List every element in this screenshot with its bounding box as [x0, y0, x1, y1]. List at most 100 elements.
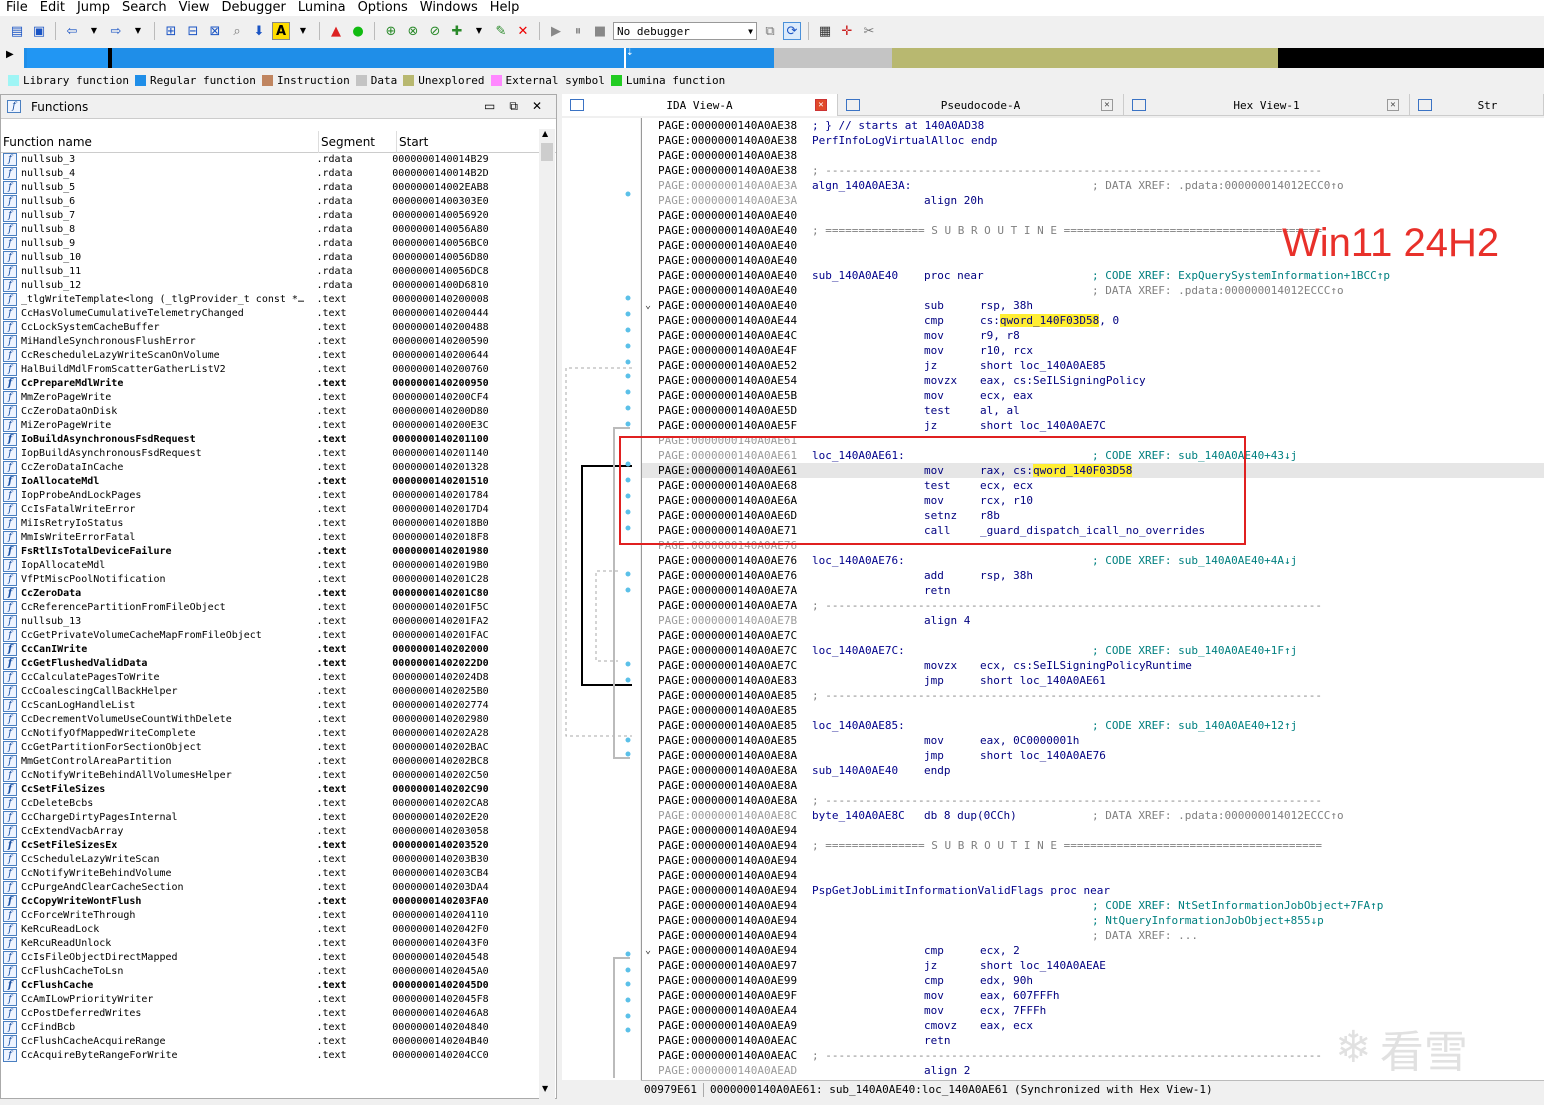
function-row[interactable]: f CcChargeDirtyPagesInternal .text 00000001… — [1, 810, 540, 824]
hex-icon[interactable]: ⊟ — [184, 22, 202, 40]
function-row[interactable]: f nullsub_7 .rdata 0000000140056920 — [1, 208, 540, 222]
function-row[interactable]: f CcNotifyWriteBehindVolume .text 000000014… — [1, 866, 540, 880]
function-row[interactable]: f CcIsFileObjectDirectMapped .text 00000001… — [1, 950, 540, 964]
navigation-band[interactable]: ⇣ — [24, 48, 1544, 68]
go-icon[interactable]: ● — [349, 22, 367, 40]
debugger-select[interactable]: No debugger ▼ — [613, 22, 757, 40]
xref-comment[interactable]: ; CODE XREF: sub_140A0AE40+12↑j — [1092, 718, 1297, 733]
play-icon[interactable]: ▶ — [547, 22, 565, 40]
menu-debugger[interactable]: Debugger — [215, 0, 291, 16]
function-row[interactable]: f nullsub_13 .text 0000000140201FA2 — [1, 614, 540, 628]
function-row[interactable]: f nullsub_12 .rdata 00000001400D6810 — [1, 278, 540, 292]
function-row[interactable]: f IoBuildAsynchronousFsdRequest .text 00000… — [1, 432, 540, 446]
code-label[interactable]: byte_140A0AE8C — [812, 808, 905, 823]
function-row[interactable]: f CcReferencePartitionFromFileObject .text… — [1, 600, 540, 614]
disasm-line[interactable]: PAGE:0000000140A0AE4C mov r9, r8 — [642, 328, 1544, 343]
open-icon[interactable]: ▤ — [8, 22, 26, 40]
disasm-line[interactable]: PAGE:0000000140A0AE7C loc_140A0AE7C: ; COD… — [642, 643, 1544, 658]
function-row[interactable]: f MmGetControlAreaPartition .text 000000014… — [1, 754, 540, 768]
graph-icon[interactable]: ▦ — [816, 22, 834, 40]
disasm-line[interactable]: PAGE:0000000140A0AE38 ; -----------------… — [642, 163, 1544, 178]
tools-icon[interactable]: ✂ — [860, 22, 878, 40]
operands[interactable]: eax, 607FFFh — [980, 988, 1059, 1003]
disasm-line[interactable]: PAGE:0000000140A0AE54 movzx eax, cs:SeILSi… — [642, 373, 1544, 388]
back-icon[interactable]: ⇦ — [63, 22, 81, 40]
operands[interactable]: short loc_140A0AE7C — [980, 418, 1106, 433]
function-row[interactable]: f CcCanIWrite .text 0000000140202000 — [1, 642, 540, 656]
code-label[interactable]: loc_140A0AE85: — [812, 718, 905, 733]
menu-help[interactable]: Help — [484, 0, 526, 16]
function-row[interactable]: f VfPtMiscPoolNotification .text 0000000140… — [1, 572, 540, 586]
tab-str[interactable]: Str — [1410, 94, 1544, 116]
menu-view[interactable]: View — [173, 0, 216, 16]
operands[interactable]: rsp, 38h — [980, 568, 1033, 583]
xref-comment[interactable]: ; NtQueryInformationJobObject+855↓p — [1092, 913, 1324, 928]
disasm-line[interactable]: PAGE:0000000140A0AE7C movzx ecx, cs:SeILSi… — [642, 658, 1544, 673]
xref-comment[interactable]: ; DATA XREF: .pdata:000000014012ECCC↑o — [1092, 808, 1344, 823]
function-row[interactable]: f IopBuildAsynchronousFsdRequest .text 0000… — [1, 446, 540, 460]
menu-options[interactable]: Options — [352, 0, 414, 16]
font-icon[interactable]: A — [272, 22, 290, 40]
function-row[interactable]: f CcNotifyOfMappedWriteComplete .text 00000… — [1, 726, 540, 740]
function-row[interactable]: f IopProbeAndLockPages .text 00000001402017… — [1, 488, 540, 502]
function-row[interactable]: f MiHandleSynchronousFlushError .text 00000… — [1, 334, 540, 348]
xref-comment[interactable]: ; DATA XREF: .pdata:000000014012ECCC↑o — [1092, 283, 1344, 298]
menu-search[interactable]: Search — [116, 0, 173, 16]
function-row[interactable]: f MmZeroPageWrite .text 0000000140200CF4 — [1, 390, 540, 404]
function-row[interactable]: f CcFlushCache .text 00000001402045D0 — [1, 978, 540, 992]
operands[interactable]: edx, 90h — [980, 973, 1033, 988]
function-row[interactable]: f KeRcuReadUnlock .text 00000001402043F0 — [1, 936, 540, 950]
code-label[interactable]: loc_140A0AE7C: — [812, 643, 905, 658]
run-to-icon[interactable]: ⊗ — [404, 22, 422, 40]
code-label[interactable]: algn_140A0AE3A: — [812, 178, 911, 193]
function-row[interactable]: f CcHasVolumeCumulativeTelemetryChanged .t… — [1, 306, 540, 320]
step-icon[interactable]: ⊘ — [426, 22, 444, 40]
disasm-line[interactable]: PAGE:0000000140A0AE94 — [642, 823, 1544, 838]
code-label[interactable]: sub_140A0AE40 — [812, 763, 898, 778]
function-row[interactable]: f CcAcquireByteRangeForWrite .text 00000001… — [1, 1048, 540, 1062]
edit-icon[interactable]: ✎ — [492, 22, 510, 40]
disasm-line[interactable]: PAGE:0000000140A0AE94 PspGetJobLimitInfor… — [642, 883, 1544, 898]
binary-icon[interactable]: ⊞ — [162, 22, 180, 40]
disasm-line[interactable]: PAGE:0000000140A0AE38 ; } // starts at 14… — [642, 118, 1544, 133]
operands[interactable]: ecx, 2 — [980, 943, 1020, 958]
close-icon[interactable]: ✕ — [815, 99, 827, 111]
operands[interactable]: r9, r8 — [980, 328, 1020, 343]
function-row[interactable]: f nullsub_4 .rdata 0000000140014B2D — [1, 166, 540, 180]
function-row[interactable]: f CcSetFileSizes .text 0000000140202C90 — [1, 782, 540, 796]
menu-windows[interactable]: Windows — [414, 0, 484, 16]
column-start[interactable]: Start — [397, 130, 540, 153]
menu-edit[interactable]: Edit — [34, 0, 71, 16]
operands[interactable]: ecx, cs:SeILSigningPolicyRuntime — [980, 658, 1192, 673]
function-row[interactable]: f CcFindBcb .text 0000000140204840 — [1, 1020, 540, 1034]
cancel-icon[interactable]: ✕ — [514, 22, 532, 40]
disasm-line[interactable]: ⌄ PAGE:0000000140A0AE40 sub rsp, 38h — [642, 298, 1544, 313]
disasm-line[interactable]: PAGE:0000000140A0AE44 cmp cs:qword_140F03D… — [642, 313, 1544, 328]
disasm-line[interactable]: PAGE:0000000140A0AE5F jz short loc_140A0AE… — [642, 418, 1544, 433]
text-icon[interactable]: ⊠ — [206, 22, 224, 40]
operands[interactable]: short loc_140A0AE76 — [980, 748, 1106, 763]
disasm-line[interactable]: PAGE:0000000140A0AE8A jmp short loc_140A0A… — [642, 748, 1544, 763]
operands[interactable]: rsp, 38h — [980, 298, 1033, 313]
maximize-icon[interactable]: ▭ — [484, 99, 495, 114]
function-row[interactable]: f _tlgWriteTemplate<long (_tlgProvider_t … — [1, 292, 540, 306]
code-label[interactable]: sub_140A0AE40 — [812, 268, 898, 283]
xref-comment[interactable]: ; CODE XREF: sub_140A0AE40+4A↓j — [1092, 553, 1297, 568]
disasm-line[interactable]: PAGE:0000000140A0AE76 loc_140A0AE76: ; COD… — [642, 553, 1544, 568]
disasm-line[interactable]: PAGE:0000000140A0AE38 PerfInfoLogVirtualA… — [642, 133, 1544, 148]
function-row[interactable]: f CcCopyWriteWontFlush .text 0000000140203F… — [1, 894, 540, 908]
disasm-line[interactable]: PAGE:0000000140A0AE3A align 20h — [642, 193, 1544, 208]
disasm-line[interactable]: PAGE:0000000140A0AE85 loc_140A0AE85: ; COD… — [642, 718, 1544, 733]
function-row[interactable]: f CcScheduleLazyWriteScan .text 00000001402… — [1, 852, 540, 866]
tab-pseudocode-a[interactable]: Pseudocode-A ✕ — [838, 94, 1124, 116]
operands[interactable]: eax, cs:SeILSigningPolicy — [980, 373, 1146, 388]
function-row[interactable]: f nullsub_8 .rdata 0000000140056A80 — [1, 222, 540, 236]
disasm-line[interactable]: PAGE:0000000140A0AE7C — [642, 628, 1544, 643]
disasm-line[interactable]: PAGE:0000000140A0AE5B mov ecx, eax — [642, 388, 1544, 403]
pause-icon[interactable]: ⏸ — [569, 22, 587, 40]
operands[interactable]: short loc_140A0AE85 — [980, 358, 1106, 373]
close-icon[interactable]: ✕ — [532, 99, 542, 114]
function-row[interactable]: f CcZeroData .text 0000000140201C80 — [1, 586, 540, 600]
function-row[interactable]: f nullsub_5 .rdata 000000014002EAB8 — [1, 180, 540, 194]
tab-ida-view-a[interactable]: IDA View-A ✕ — [562, 94, 838, 116]
